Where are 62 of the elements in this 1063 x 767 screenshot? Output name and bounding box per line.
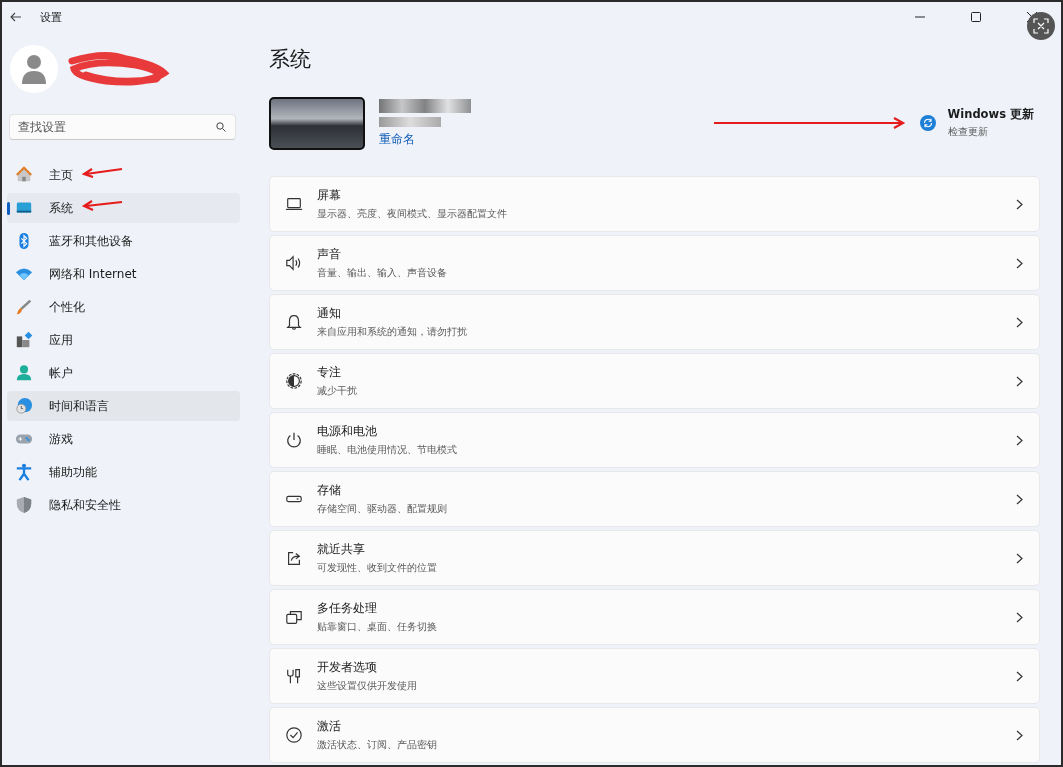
sidebar-item-icon	[15, 397, 33, 415]
sidebar-item-icon	[15, 331, 33, 349]
settings-row[interactable]: 专注 减少干扰	[269, 353, 1040, 409]
annotation-arrow	[82, 166, 124, 178]
sidebar-item-icon	[15, 298, 33, 316]
sidebar-item[interactable]: 网络和 Internet	[7, 259, 240, 289]
setting-icon	[285, 431, 303, 449]
settings-row[interactable]: 通知 来自应用和系统的通知，请勿打扰	[269, 294, 1040, 350]
chevron-right-icon	[1016, 375, 1023, 387]
chevron-right-icon	[1016, 729, 1023, 741]
setting-icon	[285, 313, 303, 331]
settings-row[interactable]: 电源和电池 睡眠、电池使用情况、节电模式	[269, 412, 1040, 468]
floating-action-button[interactable]	[1027, 12, 1055, 40]
sidebar-item[interactable]: 隐私和安全性	[7, 490, 240, 520]
sidebar-item[interactable]: 系统	[7, 193, 240, 223]
rename-link[interactable]: 重命名	[379, 130, 471, 148]
pixelated-device-model	[379, 116, 441, 127]
setting-icon	[285, 726, 303, 744]
avatar	[10, 45, 58, 93]
setting-icon	[285, 254, 303, 272]
windows-update-link[interactable]: Windows 更新 检查更新	[919, 107, 1034, 139]
settings-row[interactable]: 声音 音量、输出、输入、声音设备	[269, 235, 1040, 291]
chevron-right-icon	[1016, 257, 1023, 269]
sidebar-item-icon	[15, 364, 33, 382]
sidebar-item[interactable]: 时间和语言	[7, 391, 240, 421]
setting-icon	[285, 372, 303, 390]
chevron-right-icon	[1016, 434, 1023, 446]
settings-row[interactable]: 存储 存储空间、驱动器、配置规则	[269, 471, 1040, 527]
settings-row[interactable]: 开发者选项 这些设置仅供开发使用	[269, 648, 1040, 704]
chevron-right-icon	[1016, 611, 1023, 623]
search-icon	[216, 122, 226, 132]
sidebar-item[interactable]: 帐户	[7, 358, 240, 388]
sidebar-item[interactable]: 应用	[7, 325, 240, 355]
setting-icon	[285, 549, 303, 567]
chevron-right-icon	[1016, 493, 1023, 505]
sidebar-item[interactable]: 个性化	[7, 292, 240, 322]
chevron-right-icon	[1016, 552, 1023, 564]
page-title: 系统	[269, 46, 312, 73]
crop-frame-icon	[1033, 18, 1049, 34]
setting-icon	[285, 667, 303, 685]
sidebar-item-icon	[15, 463, 33, 481]
sidebar-item-icon	[15, 496, 33, 514]
settings-row[interactable]: 多任务处理 贴靠窗口、桌面、任务切换	[269, 589, 1040, 645]
sync-icon	[919, 115, 936, 131]
sidebar-item[interactable]: 辅助功能	[7, 457, 240, 487]
sidebar-item[interactable]: 主页	[7, 160, 240, 190]
window-title: 设置	[40, 9, 62, 25]
sidebar-item-icon	[15, 166, 33, 184]
chevron-right-icon	[1016, 198, 1023, 210]
sidebar-item[interactable]: 蓝牙和其他设备	[7, 226, 240, 256]
sidebar-item[interactable]: 游戏	[7, 424, 240, 454]
setting-icon	[285, 195, 303, 213]
annotation-arrow	[82, 199, 124, 211]
settings-row[interactable]: 屏幕 显示器、亮度、夜间模式、显示器配置文件	[269, 176, 1040, 232]
setting-icon	[285, 608, 303, 626]
settings-row[interactable]: 就近共享 可发现性、收到文件的位置	[269, 530, 1040, 586]
settings-row[interactable]: 激活 激活状态、订阅、产品密钥	[269, 707, 1040, 763]
search-field[interactable]: 查找设置	[9, 114, 236, 140]
chevron-right-icon	[1016, 316, 1023, 328]
maximize-icon[interactable]	[971, 12, 981, 22]
chevron-right-icon	[1016, 670, 1023, 682]
back-arrow-icon[interactable]	[10, 11, 22, 23]
